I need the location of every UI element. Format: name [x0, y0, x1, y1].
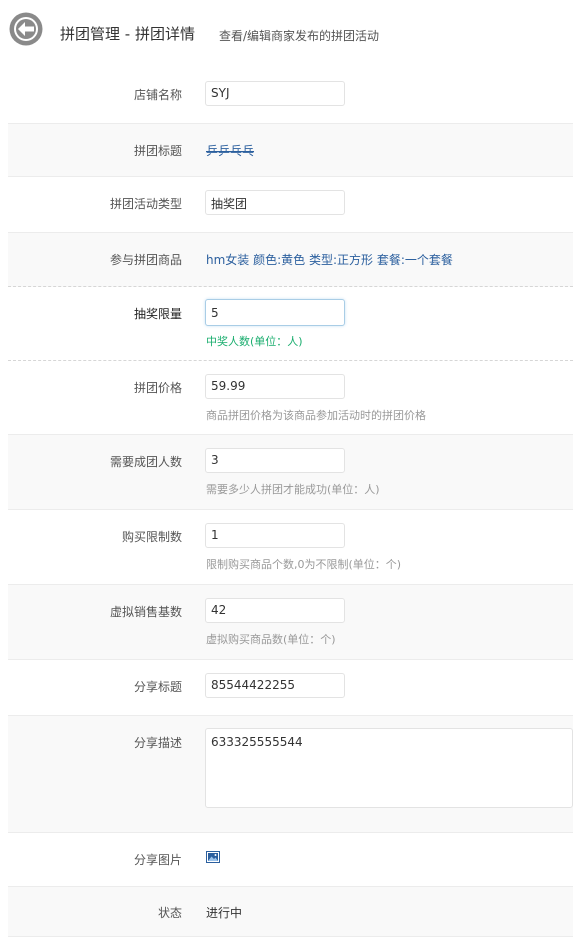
image-icon[interactable]: [206, 851, 220, 863]
group-title-value: 乒乒乓乓: [206, 144, 255, 158]
row-activity-type: 拼团活动类型 抽奖团: [8, 177, 573, 233]
product-link[interactable]: hm女装 颜色:黄色 类型:正方形 套餐:一个套餐: [206, 251, 453, 268]
back-arrow-icon[interactable]: [8, 11, 44, 47]
shop-name-label: 店铺名称: [133, 88, 182, 102]
required-members-help: 需要多少人拼团才能成功(单位：人): [206, 483, 380, 496]
shop-name-input[interactable]: SYJ: [205, 81, 345, 106]
virtual-sales-help: 虚拟购买商品数(单位：个): [206, 633, 336, 646]
virtual-sales-input[interactable]: 42: [205, 598, 345, 623]
product-label: 参与拼团商品: [109, 253, 182, 267]
activity-type-label: 拼团活动类型: [109, 197, 182, 211]
share-title-label: 分享标题: [133, 680, 182, 694]
status-value: 进行中: [206, 906, 243, 920]
required-members-input[interactable]: 3: [205, 448, 345, 473]
lottery-limit-help: 中奖人数(单位：人): [206, 335, 303, 348]
page-title: 拼团管理 - 拼团详情: [60, 25, 195, 43]
lottery-limit-label: 抽奖限量: [133, 307, 182, 321]
group-price-input[interactable]: 59.99: [205, 374, 345, 399]
row-group-title: 拼团标题 乒乒乓乓: [8, 124, 573, 177]
activity-type-input[interactable]: 抽奖团: [205, 190, 345, 215]
page-subtitle: 查看/编辑商家发布的拼团活动: [219, 29, 380, 43]
purchase-limit-label: 购买限制数: [121, 530, 182, 544]
status-label: 状态: [157, 906, 182, 920]
row-status: 状态 进行中: [8, 887, 573, 937]
purchase-limit-help: 限制购买商品个数,0为不限制(单位：个): [206, 558, 402, 571]
virtual-sales-label: 虚拟销售基数: [109, 605, 182, 619]
share-desc-label: 分享描述: [133, 736, 182, 750]
group-title-label: 拼团标题: [133, 144, 182, 158]
row-share-desc: 分享描述 633325555544: [8, 716, 573, 833]
row-share-title: 分享标题 85544422255: [8, 660, 573, 716]
row-shop-name: 店铺名称 SYJ: [8, 62, 573, 124]
required-members-label: 需要成团人数: [109, 455, 182, 469]
row-share-image: 分享图片: [8, 833, 573, 887]
page-header: 拼团管理 - 拼团详情 查看/编辑商家发布的拼团活动: [0, 0, 573, 62]
row-group-price: 拼团价格 59.99 商品拼团价格为该商品参加活动时的拼团价格: [8, 361, 573, 435]
row-purchase-limit: 购买限制数 1 限制购买商品个数,0为不限制(单位：个): [8, 510, 573, 585]
group-detail-form: 店铺名称 SYJ 拼团标题 乒乒乓乓 拼团活动类型 抽奖团 参与拼团商品 hm女…: [8, 62, 573, 937]
share-desc-textarea[interactable]: 633325555544: [205, 728, 573, 808]
row-product: 参与拼团商品 hm女装 颜色:黄色 类型:正方形 套餐:一个套餐: [8, 233, 573, 287]
group-price-help: 商品拼团价格为该商品参加活动时的拼团价格: [206, 409, 426, 422]
share-image-label: 分享图片: [133, 853, 182, 867]
share-title-input[interactable]: 85544422255: [205, 673, 345, 698]
row-virtual-sales: 虚拟销售基数 42 虚拟购买商品数(单位：个): [8, 585, 573, 660]
lottery-limit-input[interactable]: 5: [205, 299, 345, 326]
group-price-label: 拼团价格: [133, 381, 182, 395]
purchase-limit-input[interactable]: 1: [205, 523, 345, 548]
row-required-members: 需要成团人数 3 需要多少人拼团才能成功(单位：人): [8, 435, 573, 510]
row-lottery-limit: 抽奖限量 5 中奖人数(单位：人): [8, 287, 573, 361]
